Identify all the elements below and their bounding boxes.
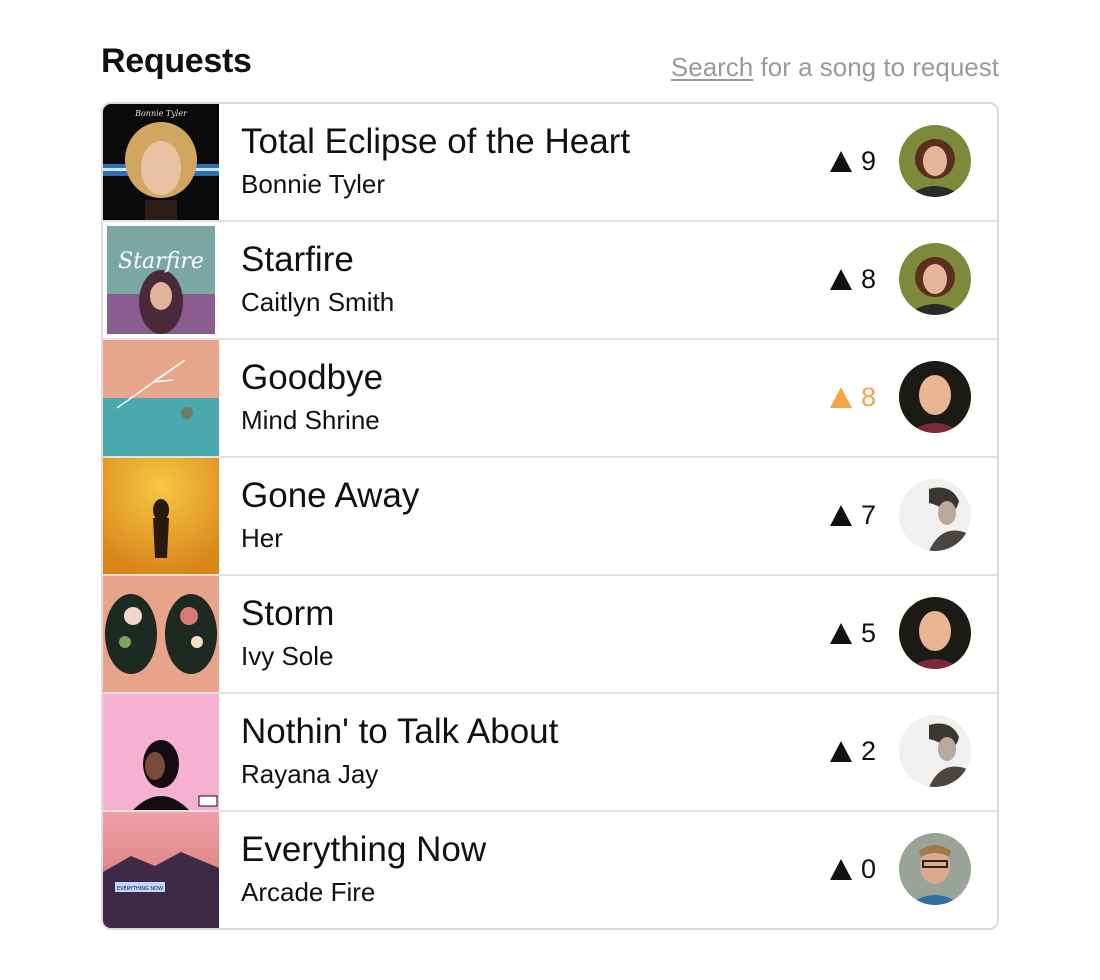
request-row[interactable]: Bonnie Tyler Total Eclipse of the Heart …: [103, 104, 997, 220]
requester-avatar[interactable]: [899, 715, 971, 787]
song-title: Gone Away: [241, 476, 420, 515]
upvote-button[interactable]: 5: [830, 618, 877, 648]
artist-name: Mind Shrine: [241, 405, 380, 435]
vote-count: 7: [861, 500, 877, 530]
request-row[interactable]: EVERYTHING NOW Everything Now Arcade Fir…: [103, 810, 997, 928]
search-link[interactable]: Search: [671, 52, 753, 82]
vote-count: 2: [861, 736, 877, 766]
upvote-button[interactable]: 8: [830, 382, 877, 412]
request-row[interactable]: Gone Away Her 7: [103, 456, 997, 574]
vote-count: 8: [861, 382, 877, 412]
vote-count: 5: [861, 618, 877, 648]
requester-avatar[interactable]: [899, 479, 971, 551]
song-title: Everything Now: [241, 830, 487, 869]
song-title: Storm: [241, 594, 335, 633]
request-row[interactable]: Goodbye Mind Shrine 8: [103, 338, 997, 456]
album-art: Starfire: [103, 222, 219, 338]
requests-header: Requests Search for a song to request: [101, 40, 999, 102]
search-hint: Search for a song to request: [671, 52, 999, 83]
artist-name: Caitlyn Smith: [241, 287, 395, 317]
artist-name: Rayana Jay: [241, 759, 379, 789]
album-art-lettering: Bonnie Tyler: [134, 109, 188, 118]
upvote-arrow-icon: [830, 268, 852, 290]
request-row[interactable]: Nothin' to Talk About Rayana Jay 2: [103, 692, 997, 810]
requester-avatar[interactable]: [899, 833, 971, 905]
requester-avatar[interactable]: [899, 125, 971, 197]
upvote-button[interactable]: 7: [830, 500, 877, 530]
requester-avatar[interactable]: [899, 361, 971, 433]
request-list: Bonnie Tyler Total Eclipse of the Heart …: [101, 102, 999, 930]
upvote-arrow-icon: [830, 386, 852, 408]
artist-name: Arcade Fire: [241, 877, 376, 907]
vote-count: 0: [861, 854, 877, 884]
upvote-button[interactable]: 0: [830, 854, 877, 884]
upvote-arrow-icon: [830, 504, 852, 526]
request-row[interactable]: Starfire Starfire Caitlyn Smith 8: [103, 220, 997, 338]
song-title: Total Eclipse of the Heart: [241, 122, 631, 161]
upvote-button[interactable]: 9: [830, 146, 877, 176]
page-title: Requests: [101, 42, 252, 80]
album-art: [103, 576, 219, 692]
requester-avatar[interactable]: [899, 243, 971, 315]
requests-panel: Requests Search for a song to request Bo…: [101, 40, 999, 930]
search-hint-text: for a song to request: [753, 52, 1000, 82]
song-title: Nothin' to Talk About: [241, 712, 559, 751]
artist-name: Ivy Sole: [241, 641, 334, 671]
album-art: [103, 694, 219, 810]
requester-avatar[interactable]: [899, 597, 971, 669]
song-title: Goodbye: [241, 358, 384, 397]
album-art: EVERYTHING NOW: [103, 812, 219, 928]
artist-name: Her: [241, 523, 283, 553]
upvote-arrow-icon: [830, 858, 852, 880]
request-row[interactable]: Storm Ivy Sole 5: [103, 574, 997, 692]
album-art: [103, 340, 219, 456]
upvote-arrow-icon: [830, 622, 852, 644]
upvote-arrow-icon: [830, 740, 852, 762]
artist-name: Bonnie Tyler: [241, 169, 386, 199]
album-art-lettering: Starfire: [118, 249, 204, 274]
song-title: Starfire: [241, 240, 354, 279]
album-art: [103, 458, 219, 574]
vote-count: 9: [861, 146, 877, 176]
upvote-arrow-icon: [830, 150, 852, 172]
album-art-lettering: EVERYTHING NOW: [117, 886, 163, 892]
album-art: Bonnie Tyler: [103, 104, 219, 220]
upvote-button[interactable]: 8: [830, 264, 877, 294]
upvote-button[interactable]: 2: [830, 736, 877, 766]
vote-count: 8: [861, 264, 877, 294]
